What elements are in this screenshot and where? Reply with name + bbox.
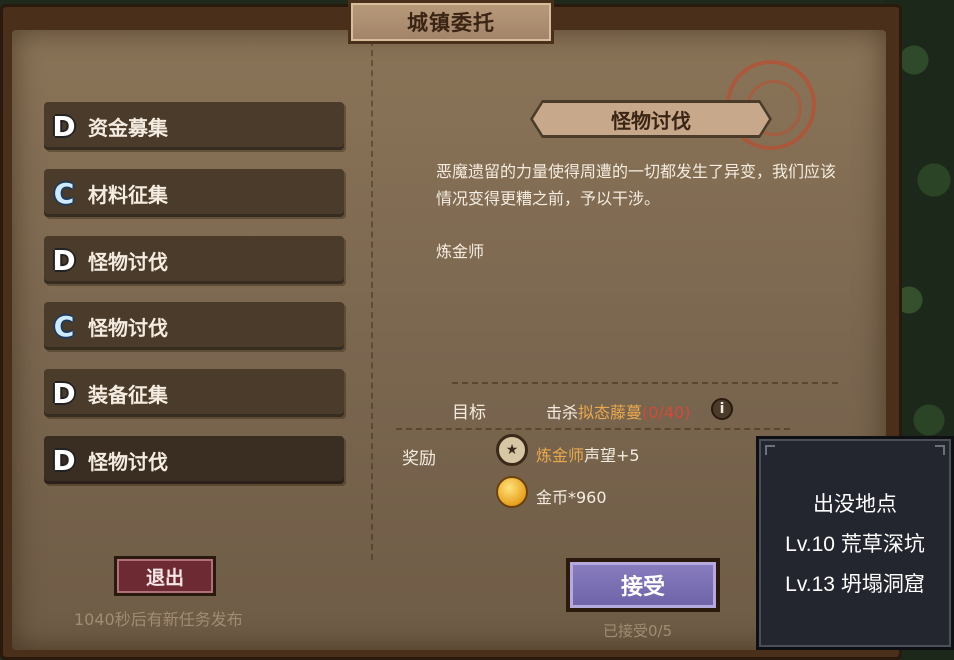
quest-label: 材料征集: [88, 182, 168, 207]
accept-button-label: 接受: [620, 575, 665, 600]
quest-item-1[interactable]: D 资金募集: [44, 102, 344, 150]
quest-item-6[interactable]: D 怪物讨伐: [44, 436, 344, 484]
goal-target: 拟态藤蔓: [578, 403, 643, 422]
quest-label: 装备征集: [88, 382, 168, 407]
rank-c-icon: C: [53, 309, 75, 343]
reward-reputation-value: 声望+5: [584, 446, 640, 465]
quest-label: 怪物讨伐: [88, 249, 168, 274]
tooltip-location: Lv.13 坍塌洞窟: [785, 573, 925, 596]
reward-reputation: 炼金师声望+5: [536, 442, 640, 466]
quest-item-4[interactable]: C 怪物讨伐: [44, 302, 344, 350]
window-title-text: 城镇委托: [407, 11, 495, 35]
quest-item-2[interactable]: C 材料征集: [44, 169, 344, 217]
reward-faction: 炼金师: [536, 446, 585, 465]
corner-ornament: [765, 445, 775, 455]
refresh-timer-note: 1040秒后有新任务发布: [74, 610, 243, 629]
quest-title-banner: 怪物讨伐: [530, 100, 772, 138]
reward-label: 奖励: [402, 449, 436, 469]
coin-icon: [496, 476, 528, 508]
rank-d-icon: D: [52, 376, 76, 410]
medal-icon: ★: [496, 434, 528, 466]
info-icon[interactable]: i: [711, 398, 733, 420]
rank-d-icon: D: [52, 443, 76, 477]
divider-line: [452, 382, 838, 384]
quest-label: 怪物讨伐: [88, 449, 168, 474]
quest-client: 炼金师: [436, 242, 485, 261]
corner-ornament: [935, 445, 945, 455]
exit-button[interactable]: 退出: [114, 556, 216, 596]
quest-title: 怪物讨伐: [611, 108, 691, 133]
tooltip-location: Lv.10 荒草深坑: [785, 533, 925, 556]
goal-prefix: 击杀: [546, 403, 579, 422]
quest-item-5[interactable]: D 装备征集: [44, 369, 344, 417]
quest-item-3[interactable]: D 怪物讨伐: [44, 236, 344, 284]
tooltip-title: 出没地点: [813, 493, 897, 516]
goal-progress: (0/40): [642, 403, 691, 422]
panel-divider: [371, 40, 373, 560]
goal-text: 击杀拟态藤蔓(0/40): [546, 399, 690, 423]
accept-button[interactable]: 接受: [566, 558, 720, 612]
rank-d-icon: D: [52, 109, 76, 143]
goal-label: 目标: [452, 403, 486, 423]
quest-label: 怪物讨伐: [88, 315, 168, 340]
location-tooltip: 出没地点 Lv.10 荒草深坑 Lv.13 坍塌洞窟: [756, 436, 954, 650]
quest-description: 恶魔遗留的力量使得周遭的一切都发生了异变，我们应该情况变得更糟之前，予以干涉。: [436, 162, 837, 208]
exit-button-label: 退出: [145, 566, 184, 589]
quest-label: 资金募集: [88, 115, 168, 140]
divider-line: [396, 428, 790, 430]
accepted-count: 已接受0/5: [603, 622, 673, 640]
rank-c-icon: C: [53, 176, 75, 210]
rank-d-icon: D: [52, 243, 76, 277]
reward-gold: 金币*960: [536, 488, 607, 507]
window-title: 城镇委托: [348, 0, 554, 44]
